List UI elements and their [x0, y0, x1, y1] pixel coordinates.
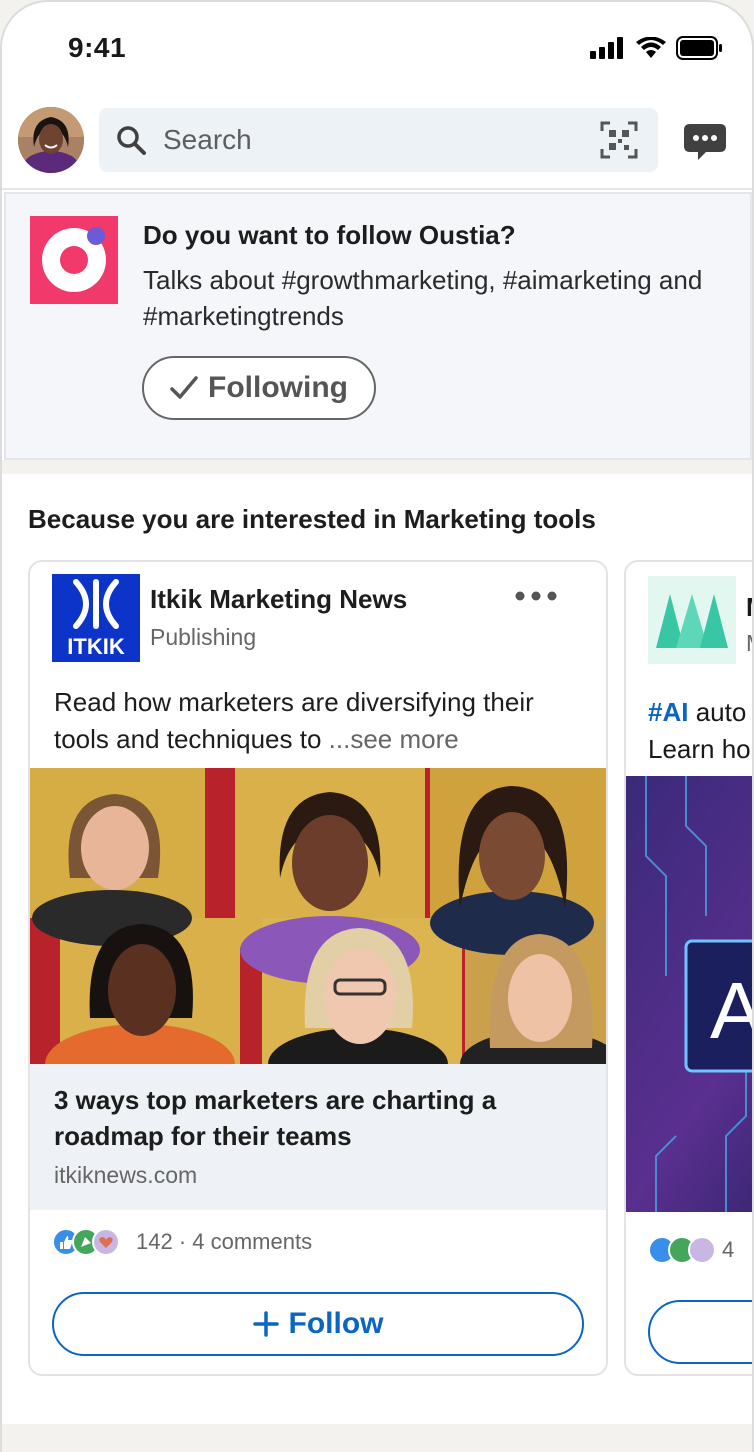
battery-icon: [676, 36, 722, 60]
oustia-logo: [30, 216, 118, 304]
post-text-line-2: Learn ho: [648, 734, 751, 764]
prompt-description: Talks about #growthmarketing, #aimarketi…: [143, 265, 703, 331]
signal-icon: [590, 37, 623, 59]
itkik-logo[interactable]: ITKIK: [52, 574, 140, 662]
post-text-line-1: auto: [688, 697, 747, 727]
link-title[interactable]: 3 ways top marketers are charting a road…: [54, 1082, 574, 1154]
social-counts-text: 142 · 4 comments: [136, 1229, 313, 1254]
following-button[interactable]: Following: [142, 356, 376, 420]
more-options-icon[interactable]: [514, 590, 558, 602]
recommendation-card-partial[interactable]: M M #AI auto Learn ho A: [624, 560, 754, 1376]
wifi-icon: [636, 37, 666, 58]
publisher-logo[interactable]: [648, 576, 736, 664]
link-preview[interactable]: 3 ways top marketers are charting a road…: [30, 1064, 606, 1210]
post-text: #AI auto Learn ho: [648, 694, 752, 768]
link-domain: itkiknews.com: [54, 1162, 198, 1188]
social-counts-row[interactable]: 4: [648, 1236, 734, 1264]
follow-button[interactable]: Follow: [52, 1292, 584, 1356]
top-nav: [2, 102, 752, 188]
hashtag-link[interactable]: #AI: [648, 697, 688, 727]
status-bar: 9:41: [2, 2, 752, 92]
plus-icon: [252, 1311, 279, 1337]
post-text-body: Read how marketers are diversifying thei…: [54, 687, 534, 754]
itkik-logo-text: ITKIK: [67, 634, 125, 659]
search-icon: [117, 126, 146, 155]
qr-code-icon[interactable]: [600, 121, 638, 159]
follow-suggestion-card: Do you want to follow Oustia? Talks abou…: [4, 192, 752, 460]
prompt-title: Do you want to follow Oustia?: [143, 220, 516, 250]
phone-frame: 9:41 Search Do you want to follow Oustia…: [0, 0, 754, 1452]
love-reaction-icon: [92, 1228, 120, 1256]
publisher-type: Publishing: [150, 624, 257, 650]
social-counts-row[interactable]: 142 · 4 comments: [52, 1228, 312, 1256]
publisher-name[interactable]: M: [746, 592, 752, 623]
follow-label: Follow: [288, 1307, 384, 1340]
publisher-name[interactable]: Itkik Marketing News: [150, 584, 407, 615]
reaction-icons: [648, 1236, 716, 1264]
article-image[interactable]: [30, 768, 606, 1064]
publisher-type: M: [746, 630, 752, 657]
status-time: 9:41: [68, 32, 127, 63]
checkmark-icon: [170, 376, 198, 399]
nav-divider: [2, 188, 752, 190]
reaction-icons: [52, 1228, 120, 1256]
social-counts-text: 4: [722, 1237, 735, 1262]
recommendation-card[interactable]: ITKIK Itkik Marketing News Publishing Re…: [28, 560, 608, 1376]
post-text: Read how marketers are diversifying thei…: [54, 684, 594, 758]
article-image[interactable]: A: [626, 776, 754, 1212]
following-label: Following: [208, 371, 348, 404]
section-divider: [2, 460, 752, 474]
search-input[interactable]: [163, 108, 583, 172]
status-icons: [590, 36, 724, 60]
feed-gap: [2, 1424, 752, 1452]
follow-button[interactable]: [648, 1300, 752, 1364]
search-bar[interactable]: [99, 108, 658, 172]
profile-avatar[interactable]: [18, 107, 84, 173]
chip-letter: A: [710, 966, 754, 1055]
section-heading: Because you are interested in Marketing …: [28, 504, 596, 534]
messaging-icon[interactable]: [682, 122, 728, 162]
love-reaction-icon: [688, 1236, 716, 1264]
see-more-link[interactable]: ...see more: [329, 724, 459, 754]
